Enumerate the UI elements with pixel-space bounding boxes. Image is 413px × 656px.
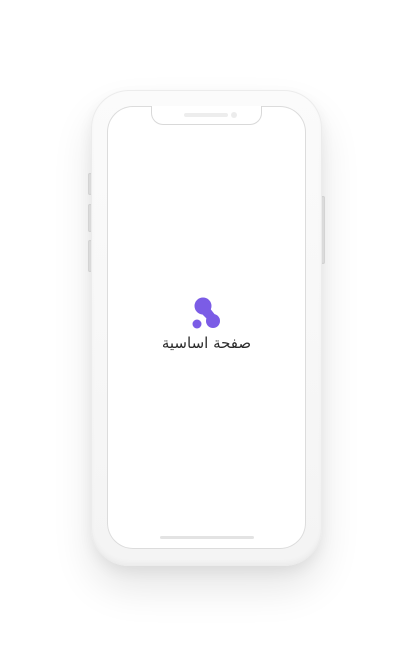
mockup-stage: صفحة اساسية xyxy=(0,0,413,656)
app-title: صفحة اساسية xyxy=(161,334,252,352)
front-camera-icon xyxy=(231,112,237,118)
home-indicator[interactable] xyxy=(160,536,254,539)
speaker-grille xyxy=(184,113,228,117)
splash-content: صفحة اساسية xyxy=(107,296,306,366)
app-logo-icon xyxy=(192,297,220,329)
